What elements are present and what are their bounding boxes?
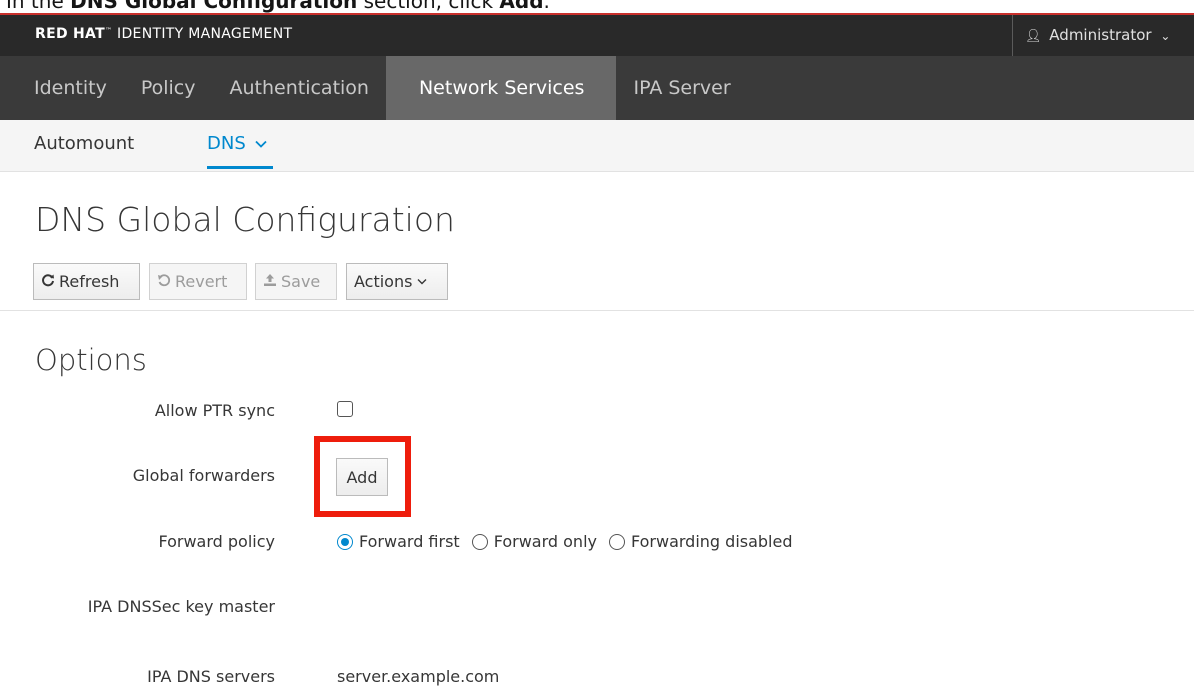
allow-ptr-sync-checkbox[interactable] <box>337 401 353 417</box>
user-icon: 👤︎ <box>1025 29 1042 44</box>
user-menu[interactable]: 👤︎ Administrator ⌄ <box>1012 15 1194 56</box>
chevron-down-icon <box>417 279 427 285</box>
page-title: DNS Global Configuration <box>35 200 455 239</box>
highlight-annotation <box>314 436 411 517</box>
undo-icon <box>157 273 171 291</box>
allow-ptr-sync-label: Allow PTR sync <box>154 401 275 420</box>
revert-label: Revert <box>175 272 228 291</box>
instruction-text: In the DNS Global Configuration section,… <box>6 0 550 13</box>
radio-forwarding-disabled[interactable] <box>608 533 625 550</box>
brand-logo[interactable]: RED HAT™ IDENTITY MANAGEMENT <box>35 26 292 42</box>
dns-servers-label: IPA DNS servers <box>147 667 275 686</box>
nav-authentication[interactable]: Authentication <box>212 56 385 120</box>
actions-dropdown[interactable]: Actions <box>346 263 448 300</box>
revert-button[interactable]: Revert <box>149 263 247 300</box>
radio-forwarding-disabled-label[interactable]: Forwarding disabled <box>631 532 793 551</box>
main-nav: Identity Policy Authentication Network S… <box>0 56 1194 120</box>
radio-forward-only[interactable] <box>471 533 488 550</box>
global-forwarders-label: Global forwarders <box>132 466 275 485</box>
save-label: Save <box>281 272 321 291</box>
divider <box>0 310 1194 311</box>
nav-ipa-server[interactable]: IPA Server <box>616 56 747 120</box>
nav-network-services[interactable]: Network Services <box>385 56 617 120</box>
nav-identity[interactable]: Identity <box>0 56 124 120</box>
sub-nav: Automount DNS <box>0 120 1194 172</box>
upload-icon <box>263 273 277 291</box>
dnssec-key-master-label: IPA DNSSec key master <box>87 597 275 616</box>
radio-forward-first-label[interactable]: Forward first <box>359 532 460 551</box>
nav-policy[interactable]: Policy <box>124 56 213 120</box>
radio-forward-first[interactable] <box>337 533 353 550</box>
options-section-title: Options <box>35 343 147 377</box>
save-button[interactable]: Save <box>255 263 337 300</box>
active-tab-indicator <box>207 166 273 169</box>
refresh-label: Refresh <box>59 272 120 291</box>
actions-label: Actions <box>354 272 413 291</box>
refresh-icon <box>41 273 55 291</box>
dns-servers-value: server.example.com <box>337 667 500 686</box>
forward-policy-radio-group: Forward first Forward only Forwarding di… <box>337 532 805 551</box>
forward-policy-label: Forward policy <box>158 532 275 551</box>
chevron-down-icon <box>254 140 267 148</box>
top-header: RED HAT™ IDENTITY MANAGEMENT 👤︎ Administ… <box>0 13 1194 56</box>
subnav-dns[interactable]: DNS <box>207 133 267 154</box>
radio-forward-only-label[interactable]: Forward only <box>494 532 597 551</box>
refresh-button[interactable]: Refresh <box>33 263 140 300</box>
subnav-dns-label: DNS <box>207 133 246 154</box>
user-name: Administrator <box>1049 26 1152 44</box>
subnav-automount[interactable]: Automount <box>34 133 134 154</box>
chevron-down-icon: ⌄ <box>1160 29 1171 43</box>
